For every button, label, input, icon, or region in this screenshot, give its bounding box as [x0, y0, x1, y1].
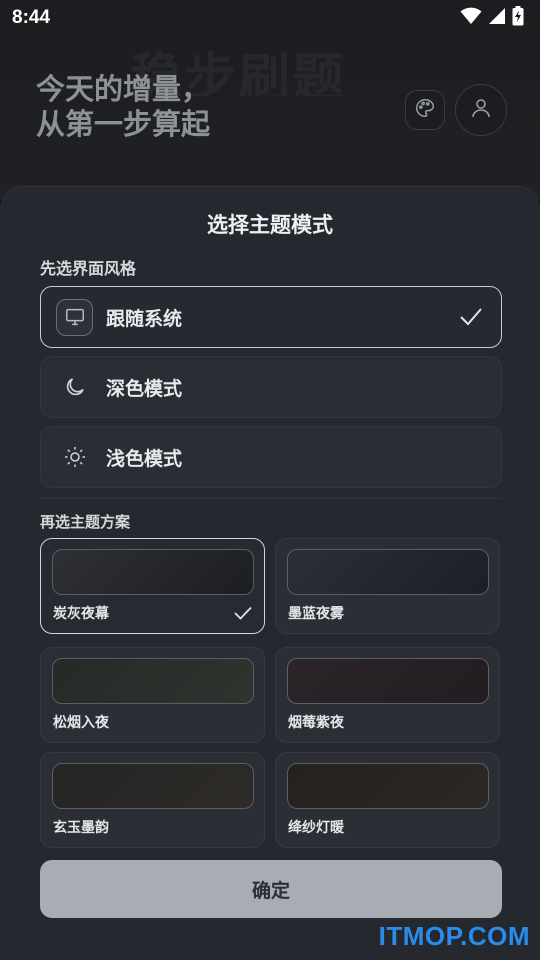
theme-name: 绛纱灯暖 — [288, 820, 344, 836]
status-bar: 8:44 — [0, 0, 540, 36]
theme-mode-sheet: 选择主题模式 先选界面风格 跟随系统 深色模式 浅色模式 再选主题方案 炭灰夜幕… — [0, 186, 540, 960]
theme-palette-button[interactable] — [405, 90, 445, 130]
cell-signal-icon — [488, 7, 506, 29]
theme-name: 炭灰夜幕 — [53, 606, 109, 622]
style-section-label: 先选界面风格 — [40, 259, 137, 278]
theme-preview-swatch — [287, 658, 489, 704]
monitor-icon — [56, 298, 93, 336]
theme-preview-swatch — [52, 658, 254, 704]
theme-option-ink-blue-mist[interactable]: 墨蓝夜雾 — [275, 538, 500, 634]
theme-preview-swatch — [52, 763, 254, 809]
check-icon — [459, 306, 483, 332]
mode-option-follow-system[interactable]: 跟随系统 — [40, 286, 502, 348]
status-time: 8:44 — [12, 7, 51, 28]
theme-option-berry-purple[interactable]: 烟莓紫夜 — [275, 647, 500, 743]
theme-name: 墨蓝夜雾 — [288, 606, 344, 622]
theme-name: 松烟入夜 — [53, 715, 109, 731]
theme-name: 玄玉墨韵 — [53, 820, 109, 836]
hero-title-line1: 今天的增量， — [36, 72, 211, 106]
theme-preview-swatch — [287, 763, 489, 809]
moon-icon — [56, 369, 93, 406]
user-profile-button[interactable] — [455, 84, 507, 136]
mode-option-light[interactable]: 浅色模式 — [40, 426, 502, 488]
user-icon — [469, 96, 493, 124]
theme-preview-swatch — [52, 549, 254, 595]
theme-option-warm-lamp[interactable]: 绛纱灯暖 — [275, 752, 500, 848]
hero-title: 今天的增量， 从第一步算起 — [36, 72, 210, 142]
theme-option-jade-ink[interactable]: 玄玉墨韵 — [40, 752, 265, 848]
palette-icon — [414, 97, 436, 123]
mode-label: 深色模式 — [106, 377, 183, 400]
site-watermark: ITMOP.COM — [378, 921, 530, 951]
hero-title-line2: 从第一步算起 — [36, 107, 211, 141]
theme-option-pine-smoke[interactable]: 松烟入夜 — [40, 647, 265, 743]
section-divider — [40, 498, 502, 499]
theme-preview-swatch — [287, 549, 489, 595]
sun-icon — [56, 439, 93, 476]
wifi-icon — [460, 7, 482, 29]
status-icons — [460, 6, 524, 30]
confirm-button[interactable]: 确定 — [40, 860, 502, 918]
mode-option-dark[interactable]: 深色模式 — [40, 356, 502, 418]
theme-option-charcoal-night[interactable]: 炭灰夜幕 — [40, 538, 265, 634]
theme-name: 烟莓紫夜 — [288, 715, 344, 731]
sheet-title: 选择主题模式 — [207, 213, 333, 237]
scheme-section-label: 再选主题方案 — [40, 513, 131, 531]
battery-charging-icon — [512, 6, 524, 30]
mode-label: 跟随系统 — [106, 307, 183, 330]
mode-label: 浅色模式 — [106, 447, 183, 470]
check-icon — [234, 605, 252, 624]
